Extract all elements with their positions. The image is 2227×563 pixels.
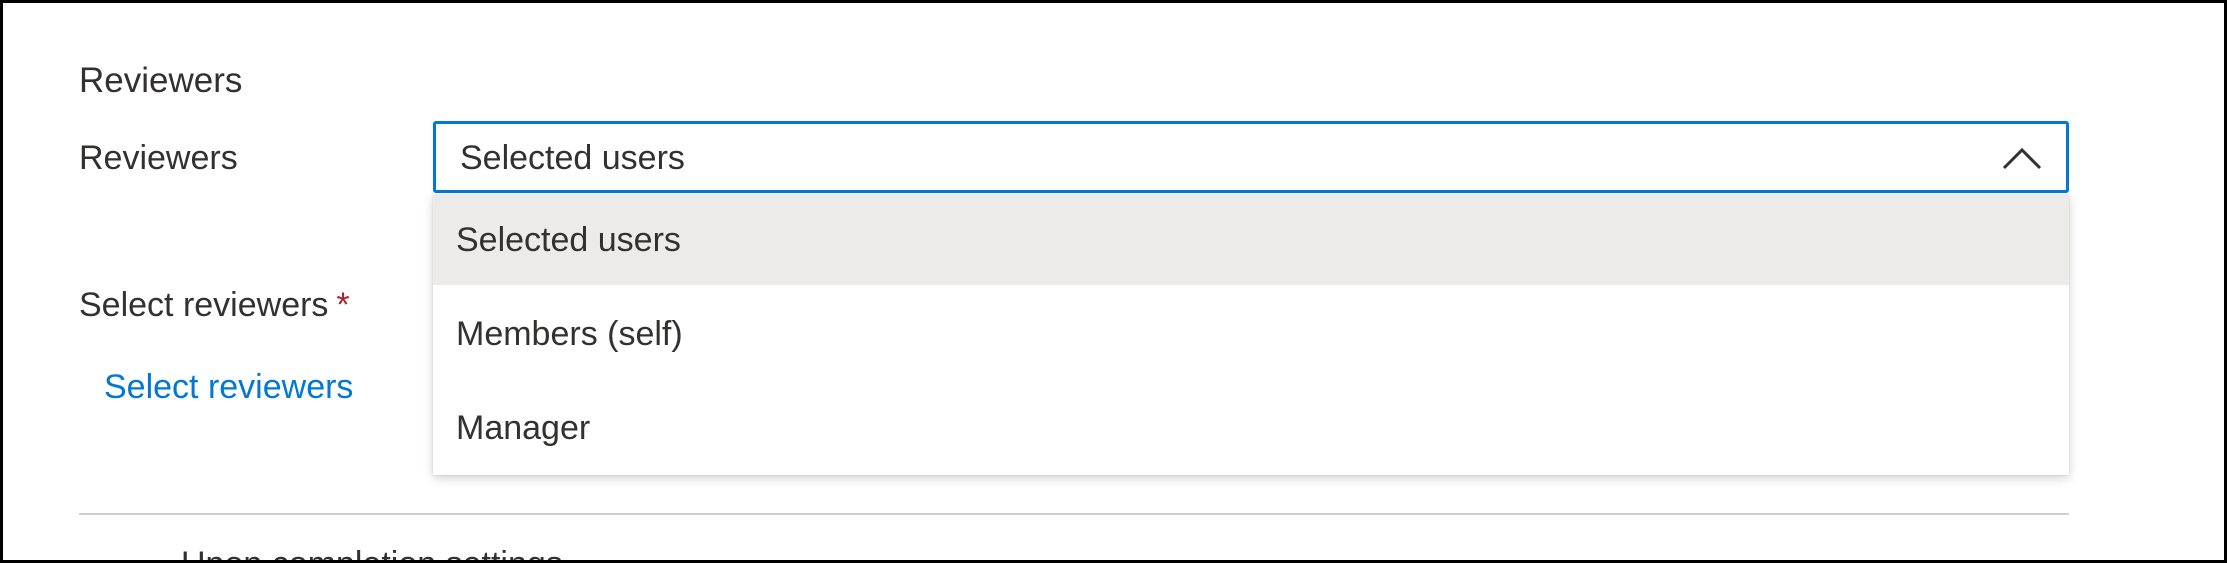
select-reviewers-label: Select reviewers * [79,284,350,326]
option-label: Selected users [456,221,681,259]
option-label: Manager [456,409,591,447]
select-reviewers-link[interactable]: Select reviewers [104,366,353,408]
reviewers-panel: Reviewers Reviewers Selected users Selec… [0,0,2227,563]
option-manager[interactable]: Manager [433,383,2069,473]
reviewers-dropdown[interactable]: Selected users [433,121,2069,193]
section-divider [79,513,2069,515]
required-marker: * [336,286,350,324]
reviewers-field-label: Reviewers [79,139,238,177]
chevron-up-icon[interactable] [2000,140,2044,176]
option-label: Members (self) [456,315,683,353]
reviewers-dropdown-value: Selected users [460,139,685,177]
option-members-self[interactable]: Members (self) [433,289,2069,379]
reviewers-dropdown-menu: Selected users Members (self) Manager [433,195,2069,475]
option-selected-users[interactable]: Selected users [433,195,2069,285]
section-title: Reviewers [79,61,243,100]
completion-settings-heading: Upon completion settings [181,543,563,560]
select-reviewers-label-text: Select reviewers [79,286,329,324]
